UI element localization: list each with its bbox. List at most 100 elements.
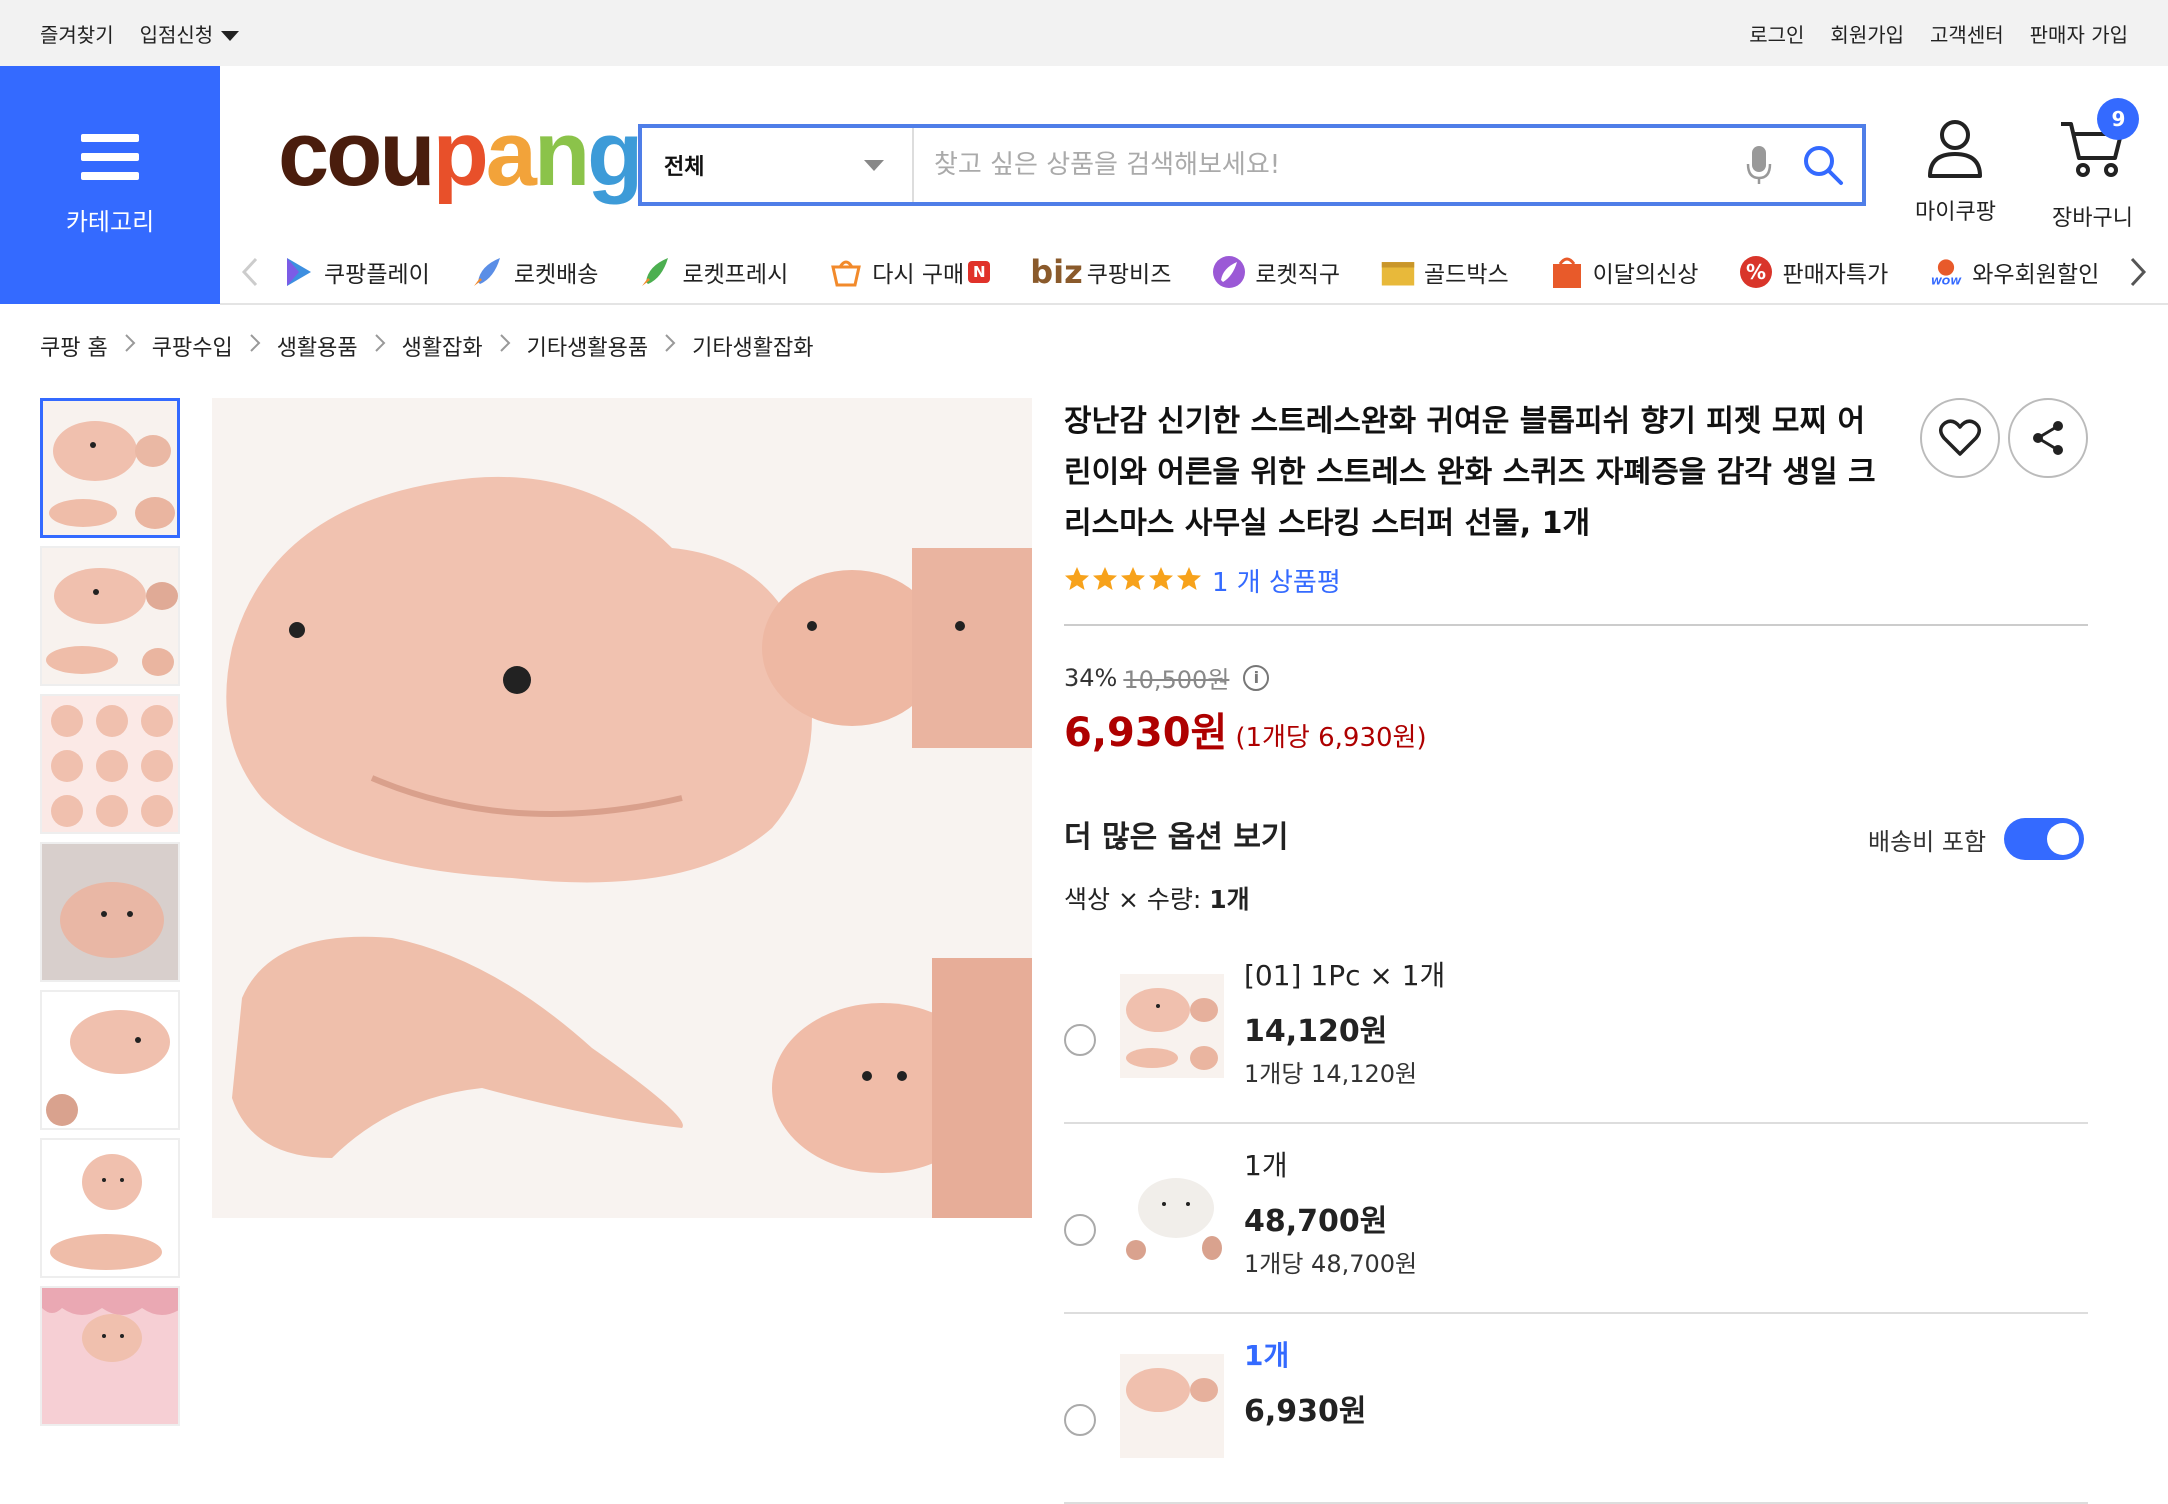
discount-row: 34% 10,500원 i: [1064, 660, 1270, 695]
more-options-heading[interactable]: 더 많은 옵션 보기: [1064, 812, 1289, 856]
search-bar: 전체: [638, 124, 1866, 206]
unit-price: (1개당 6,930원): [1235, 723, 1427, 753]
review-count-link[interactable]: 1 개 상품평: [1212, 562, 1341, 599]
cart-button[interactable]: 9 장바구니: [2052, 98, 2140, 232]
rocket-global-icon: [1211, 254, 1247, 290]
option-radio[interactable]: [1064, 1024, 1096, 1056]
category-menu-button[interactable]: 카테고리: [0, 66, 220, 304]
percent-icon: %: [1738, 254, 1774, 290]
thumbnail-3[interactable]: [40, 694, 180, 834]
nav-item-label: 로켓프레시: [682, 262, 789, 288]
login-link[interactable]: 로그인: [1749, 19, 1804, 48]
wishlist-button[interactable]: [1920, 398, 2000, 478]
cart-label: 장바구니: [2052, 206, 2133, 231]
breadcrumb-item[interactable]: 쿠팡수입: [152, 330, 233, 362]
biz-icon: biz: [1030, 253, 1083, 291]
discount-rate: 34%: [1064, 663, 1118, 692]
search-icon[interactable]: [1798, 140, 1848, 190]
option-item[interactable]: [01] 1Pc × 1개 14,120원 1개당 14,120원: [1064, 934, 2088, 1124]
thumbnail-2[interactable]: [40, 546, 180, 686]
star-icon: [1148, 566, 1174, 596]
mycoupang-button[interactable]: 마이쿠팡: [1915, 118, 1996, 226]
thumbnail-4[interactable]: [40, 842, 180, 982]
nav-item-10[interactable]: WOW 와우회원할인: [1928, 254, 2099, 290]
nav-item-3[interactable]: 로켓프레시: [638, 254, 788, 290]
shipping-included-toggle[interactable]: [2004, 818, 2085, 860]
option-unit-price: 1개당 14,120원: [1244, 1060, 1418, 1088]
search-input[interactable]: [914, 128, 1734, 202]
nav-item-label: 판매자특가: [1782, 262, 1889, 288]
new-badge: N: [968, 261, 991, 283]
nav-item-label: 쿠팡플레이: [324, 262, 430, 288]
option-unit-price: 1개당 48,700원: [1244, 1250, 1418, 1278]
option-name: [01] 1Pc × 1개: [1244, 959, 1446, 992]
thumbnail-5[interactable]: [40, 990, 180, 1130]
thumbnail-7[interactable]: [40, 1286, 180, 1426]
nav-item-2[interactable]: 로켓배송: [470, 254, 599, 290]
nav-next-button[interactable]: [2108, 240, 2168, 304]
product-main-image[interactable]: [212, 398, 1032, 1218]
user-icon: [1928, 120, 1983, 178]
breadcrumb-item[interactable]: 생활용품: [277, 330, 358, 362]
option-item[interactable]: 1개 48,700원 1개당 48,700원: [1064, 1124, 2088, 1314]
star-icon: [1064, 566, 1090, 596]
chevron-right-icon: [2130, 257, 2147, 287]
logo-letter: n: [533, 103, 590, 205]
seller-signup-link[interactable]: 판매자 가입: [2030, 19, 2128, 48]
star-icon: [1176, 566, 1202, 596]
option-radio[interactable]: [1064, 1214, 1096, 1246]
sale-price: 6,930원: [1064, 710, 1228, 756]
chevron-right-icon: [374, 333, 386, 359]
seller-apply-link[interactable]: 입점신청: [140, 19, 240, 48]
thumbnail-6[interactable]: [40, 1138, 180, 1278]
option-price: 6,930원: [1244, 1394, 1367, 1429]
svg-text:WOW: WOW: [1931, 277, 1962, 288]
chevron-left-icon: [241, 257, 258, 287]
thumbnail-1[interactable]: [40, 398, 180, 538]
coupang-logo[interactable]: coupang: [278, 103, 643, 205]
bookmark-link[interactable]: 즐겨찾기: [40, 19, 114, 48]
play-icon: [280, 254, 316, 290]
customer-center-link[interactable]: 고객센터: [1930, 19, 2004, 48]
shipping-toggle-row: 배송비 포함: [1868, 818, 2085, 860]
nav-item-label: 이달의신상: [1592, 262, 1699, 288]
mycoupang-label: 마이쿠팡: [1915, 200, 1996, 225]
nav-item-label: 로켓배송: [513, 262, 599, 288]
breadcrumb-item[interactable]: 생활잡화: [402, 330, 483, 362]
logo-letter: g: [587, 103, 643, 205]
nav-prev-button[interactable]: [220, 240, 280, 304]
nav-item-label: 와우회원할인: [1972, 262, 2100, 288]
nav-item-label: 로켓직구: [1255, 262, 1340, 288]
chevron-down-icon: [864, 159, 884, 171]
title-divider: [1064, 624, 2088, 626]
quantity-value: 1개: [1209, 885, 1250, 914]
option-radio[interactable]: [1064, 1404, 1096, 1436]
nav-item-label: 쿠팡비즈: [1086, 262, 1172, 288]
product-title: 장난감 신기한 스트레스완화 귀여운 블롭피쉬 향기 피젯 모찌 어린이와 어른…: [1064, 404, 1876, 541]
quantity-label: 색상 × 수량:: [1064, 885, 1202, 914]
rocket-fresh-icon: [638, 254, 674, 290]
breadcrumb-item[interactable]: 쿠팡 홈: [40, 330, 108, 362]
microphone-icon[interactable]: [1734, 140, 1784, 190]
nav-item-9[interactable]: % 판매자특가: [1738, 254, 1888, 290]
logo-letter: c: [278, 103, 329, 205]
nav-item-5[interactable]: biz 쿠팡비즈: [1030, 253, 1171, 291]
shipping-included-label: 배송비 포함: [1868, 827, 1987, 856]
info-icon[interactable]: i: [1243, 664, 1270, 691]
nav-item-7[interactable]: 골드박스: [1380, 254, 1509, 290]
search-scope-select[interactable]: 전체: [642, 128, 914, 202]
signup-link[interactable]: 회원가입: [1830, 19, 1904, 48]
nav-item-6[interactable]: 로켓직구: [1211, 254, 1340, 290]
option-item-selected[interactable]: 1개 6,930원: [1064, 1314, 2088, 1504]
top-utility-bar: 즐겨찾기 입점신청 로그인 회원가입 고객센터 판매자 가입: [0, 0, 2168, 66]
nav-item-8[interactable]: 이달의신상: [1549, 254, 1699, 290]
nav-item-4[interactable]: 다시 구매 N: [828, 254, 991, 290]
breadcrumb-item[interactable]: 기타생활잡화: [692, 330, 813, 362]
wow-icon: WOW: [1928, 254, 1964, 290]
nav-item-1[interactable]: 쿠팡플레이: [280, 254, 430, 290]
breadcrumb-item[interactable]: 기타생활용품: [527, 330, 648, 362]
nav-item-label: 다시 구매: [872, 262, 965, 288]
option-price: 48,700원: [1244, 1204, 1388, 1239]
rating-row: 1 개 상품평: [1064, 562, 1341, 599]
share-button[interactable]: [2008, 398, 2088, 478]
